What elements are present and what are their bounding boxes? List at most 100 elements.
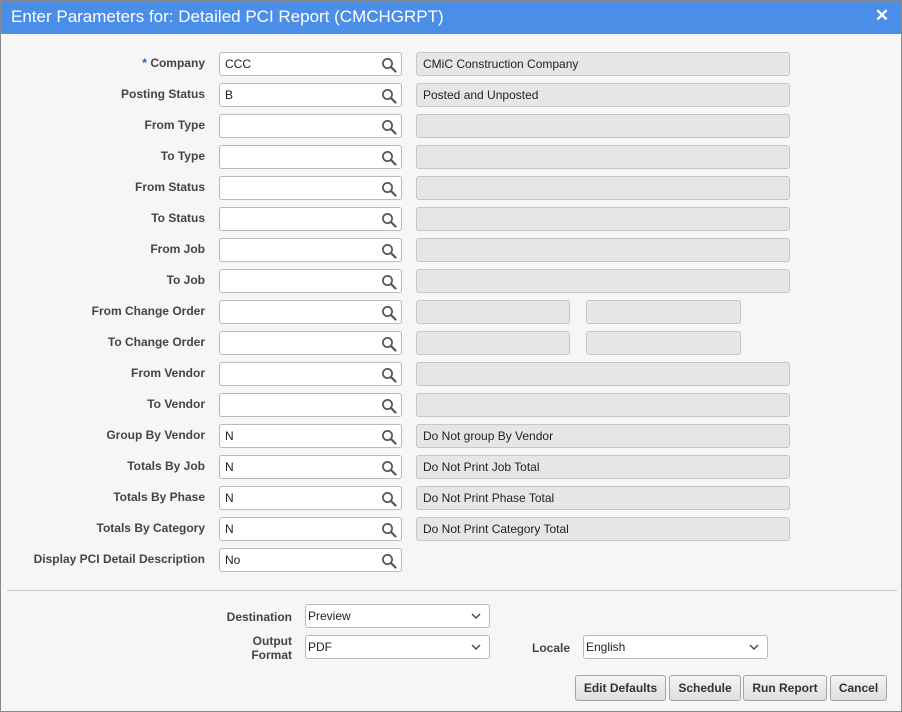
edit-defaults-button[interactable]: Edit Defaults [575,675,666,701]
search-icon[interactable] [381,367,397,383]
param-label-text: From Vendor [130,366,205,380]
param-label-text: Group By Vendor [106,428,205,442]
search-icon[interactable] [381,181,397,197]
param-row: Group By Vendor N Do Not group By Vendor [1,424,901,448]
param-label: From Change Order [1,304,205,318]
param-label-text: Posting Status [120,87,205,101]
search-icon[interactable] [381,88,397,104]
param-input[interactable]: CCC [219,52,402,76]
param-label: To Job [1,273,205,287]
param-label: Totals By Phase [1,490,205,504]
param-label-text: Company [150,56,205,70]
param-label-text: From Change Order [91,304,205,318]
param-row: * Company CCC CMiC Construction Company [1,52,901,76]
param-description: Do Not Print Phase Total [416,486,790,510]
search-icon[interactable] [381,274,397,290]
param-row: Posting Status B Posted and Unposted [1,83,901,107]
param-description [416,393,790,417]
param-label-text: From Job [150,242,205,256]
param-description [416,238,790,262]
param-input[interactable]: N [219,517,402,541]
param-row: From Type [1,114,901,138]
param-description-secondary [586,300,741,324]
param-input[interactable] [219,238,402,262]
cancel-button[interactable]: Cancel [830,675,887,701]
param-description [416,269,790,293]
search-icon[interactable] [381,522,397,538]
output-format-value: PDF [308,640,332,654]
param-row: From Vendor [1,362,901,386]
param-label: Group By Vendor [1,428,205,442]
param-description-text: Do Not Print Job Total [423,460,540,474]
param-description: Posted and Unposted [416,83,790,107]
param-row: To Vendor [1,393,901,417]
param-input[interactable] [219,145,402,169]
param-input[interactable] [219,331,402,355]
param-label: Posting Status [1,87,205,101]
param-label-text: To Vendor [147,397,205,411]
search-icon[interactable] [381,212,397,228]
param-input[interactable] [219,300,402,324]
param-value: N [225,429,234,443]
param-row: From Change Order [1,300,901,324]
param-input[interactable] [219,114,402,138]
run-report-button[interactable]: Run Report [743,675,827,701]
param-description: CMiC Construction Company [416,52,790,76]
param-row: Totals By Category N Do Not Print Category… [1,517,901,541]
param-label: To Type [1,149,205,163]
param-input[interactable] [219,393,402,417]
param-input[interactable]: B [219,83,402,107]
destination-value: Preview [308,609,351,623]
param-description [416,176,790,200]
search-icon[interactable] [381,491,397,507]
locale-select[interactable]: English [583,635,768,659]
param-input[interactable] [219,269,402,293]
search-icon[interactable] [381,336,397,352]
param-input[interactable]: No [219,548,402,572]
param-input[interactable]: N [219,486,402,510]
search-icon[interactable] [381,57,397,73]
search-icon[interactable] [381,553,397,569]
param-label-text: Totals By Job [127,459,205,473]
param-description [416,207,790,231]
report-parameters-dialog: Enter Parameters for: Detailed PCI Repor… [0,0,902,712]
locale-value: English [586,640,626,654]
param-row: From Job [1,238,901,262]
search-icon[interactable] [381,243,397,259]
param-label: From Status [1,180,205,194]
schedule-button[interactable]: Schedule [669,675,741,701]
param-label: To Status [1,211,205,225]
param-row: Display PCI Detail Description No [1,548,901,572]
param-label: To Change Order [1,335,205,349]
param-input[interactable] [219,176,402,200]
search-icon[interactable] [381,460,397,476]
close-icon[interactable]: ✕ [873,6,891,26]
param-label-text: Display PCI Detail Description [33,552,205,566]
destination-select[interactable]: Preview [305,604,490,628]
chevron-down-icon [749,644,759,650]
param-label-text: Totals By Category [96,521,205,535]
search-icon[interactable] [381,119,397,135]
param-value: CCC [225,57,251,71]
param-label: Totals By Job [1,459,205,473]
search-icon[interactable] [381,398,397,414]
search-icon[interactable] [381,305,397,321]
param-input[interactable]: N [219,455,402,479]
param-description-text: Do Not Print Category Total [423,522,569,536]
search-icon[interactable] [381,429,397,445]
param-input[interactable]: N [219,424,402,448]
param-description-text: Do Not Print Phase Total [423,491,555,505]
param-description: Do Not Print Job Total [416,455,790,479]
param-input[interactable] [219,207,402,231]
param-description [416,145,790,169]
output-format-select[interactable]: PDF [305,635,490,659]
param-input[interactable] [219,362,402,386]
param-label: Totals By Category [1,521,205,535]
param-label: Display PCI Detail Description [1,552,205,566]
output-format-label: Output Format [201,634,292,662]
dialog-title: Enter Parameters for: Detailed PCI Repor… [11,7,444,26]
param-label-text: To Change Order [107,335,205,349]
param-label: From Job [1,242,205,256]
search-icon[interactable] [381,150,397,166]
destination-label: Destination [226,610,292,624]
